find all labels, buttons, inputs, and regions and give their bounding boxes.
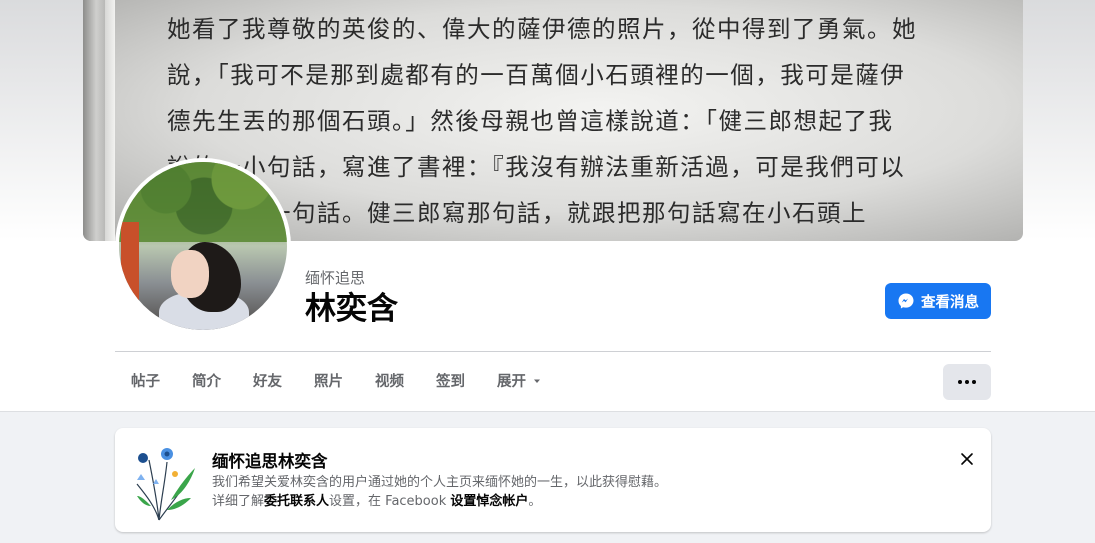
profile-tabs: 帖子 简介 好友 照片 视频 签到 展开 bbox=[115, 364, 558, 400]
book-page-edge bbox=[83, 0, 105, 241]
legacy-contact-link[interactable]: 委托联系人 bbox=[264, 494, 329, 509]
tab-friends[interactable]: 好友 bbox=[237, 364, 298, 400]
tab-photos[interactable]: 照片 bbox=[298, 364, 359, 400]
tab-label: 视频 bbox=[375, 374, 404, 390]
header-divider bbox=[115, 351, 991, 352]
view-messages-button[interactable]: 查看消息 bbox=[885, 283, 991, 319]
learn-more-end: 。 bbox=[528, 494, 542, 509]
tab-label: 帖子 bbox=[131, 374, 160, 390]
tab-label: 简介 bbox=[192, 374, 221, 390]
ellipsis-icon bbox=[958, 380, 976, 384]
cover-text-line: 她看了我尊敬的英俊的、偉大的薩伊德的照片，從中得到了勇氣。她 bbox=[167, 15, 917, 43]
memorial-description: 我们希望关爱林奕含的用户通过她的个人主页来缅怀她的一生，以此获得慰藉。 bbox=[212, 475, 668, 490]
messenger-icon bbox=[897, 292, 915, 310]
tab-label: 签到 bbox=[436, 374, 465, 390]
tab-about[interactable]: 简介 bbox=[176, 364, 237, 400]
tab-label: 好友 bbox=[253, 374, 282, 390]
caret-down-icon bbox=[532, 364, 542, 400]
cover-book-text: 她看了我尊敬的英俊的、偉大的薩伊德的照片，從中得到了勇氣。她 說，「我可不是那到… bbox=[167, 6, 1007, 236]
flower-illustration-icon bbox=[131, 440, 197, 522]
profile-name: 林奕含 bbox=[305, 291, 398, 327]
memorial-label: 缅怀追思 bbox=[305, 269, 366, 287]
view-messages-label: 查看消息 bbox=[921, 294, 979, 311]
cover-text-line: 說的一小句話，寫進了書裡：『我沒有辦法重新活過，可是我們可以 bbox=[167, 153, 906, 181]
tab-label: 照片 bbox=[314, 374, 343, 390]
memorial-learn-more: 详细了解委托联系人设置，在 Facebook 设置悼念帐户。 bbox=[212, 492, 541, 511]
more-options-button[interactable] bbox=[943, 364, 991, 400]
close-icon bbox=[960, 451, 974, 470]
memorial-card: 缅怀追思林奕含 我们希望关爱林奕含的用户通过她的个人主页来缅怀她的一生，以此获得… bbox=[115, 428, 991, 532]
memorial-title: 缅怀追思林奕含 bbox=[212, 452, 328, 471]
tab-posts[interactable]: 帖子 bbox=[115, 364, 176, 400]
avatar-photo bbox=[119, 162, 287, 330]
tab-checkins[interactable]: 签到 bbox=[420, 364, 481, 400]
tab-label: 展开 bbox=[497, 374, 526, 390]
tab-videos[interactable]: 视频 bbox=[359, 364, 420, 400]
avatar-face bbox=[171, 250, 209, 298]
cover-text-line: 說，「我可不是那到處都有的一百萬個小石頭裡的一個，我可是薩伊 bbox=[167, 61, 906, 89]
close-button[interactable] bbox=[953, 446, 981, 474]
learn-more-mid: 设置，在 Facebook bbox=[329, 494, 451, 509]
tab-more[interactable]: 展开 bbox=[481, 364, 558, 400]
learn-more-prefix: 详细了解 bbox=[212, 494, 265, 509]
avatar-red-pillar bbox=[121, 222, 139, 322]
cover-text-line: 德先生丟的那個石頭。」然後母親也曾這樣說道：「健三郎想起了我 bbox=[167, 107, 894, 135]
avatar-foliage bbox=[119, 162, 287, 242]
profile-name-block: 缅怀追思 林奕含 bbox=[305, 268, 398, 329]
profile-avatar[interactable] bbox=[115, 158, 291, 334]
memorial-settings-link[interactable]: 设置悼念帐户 bbox=[450, 494, 528, 509]
book-page-gutter bbox=[105, 0, 115, 241]
cover-text-line: 這一句話。健三郎寫那句話，就跟把那句話寫在小石頭上 bbox=[167, 199, 867, 227]
